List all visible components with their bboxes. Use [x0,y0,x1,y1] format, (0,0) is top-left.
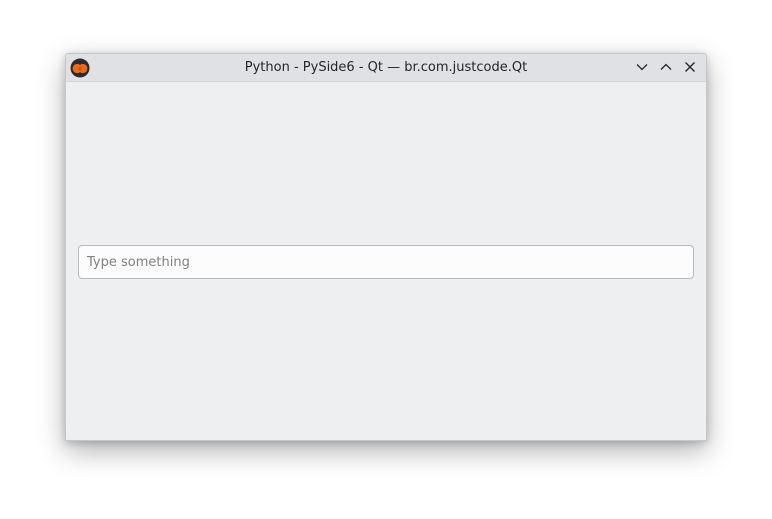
close-button[interactable] [678,56,702,80]
app-icon[interactable] [70,58,90,78]
chevron-up-icon [659,59,673,78]
close-icon [683,59,697,78]
window-content [66,82,706,440]
minimize-button[interactable] [630,56,654,80]
title-bar[interactable]: Python - PySide6 - Qt — br.com.justcode.… [66,54,706,82]
desktop-background: Python - PySide6 - Qt — br.com.justcode.… [0,0,772,519]
chevron-down-icon [635,59,649,78]
window-title: Python - PySide6 - Qt — br.com.justcode.… [244,60,528,75]
text-input[interactable] [78,245,694,279]
maximize-button[interactable] [654,56,678,80]
window-controls [630,56,702,80]
app-window: Python - PySide6 - Qt — br.com.justcode.… [65,53,707,441]
